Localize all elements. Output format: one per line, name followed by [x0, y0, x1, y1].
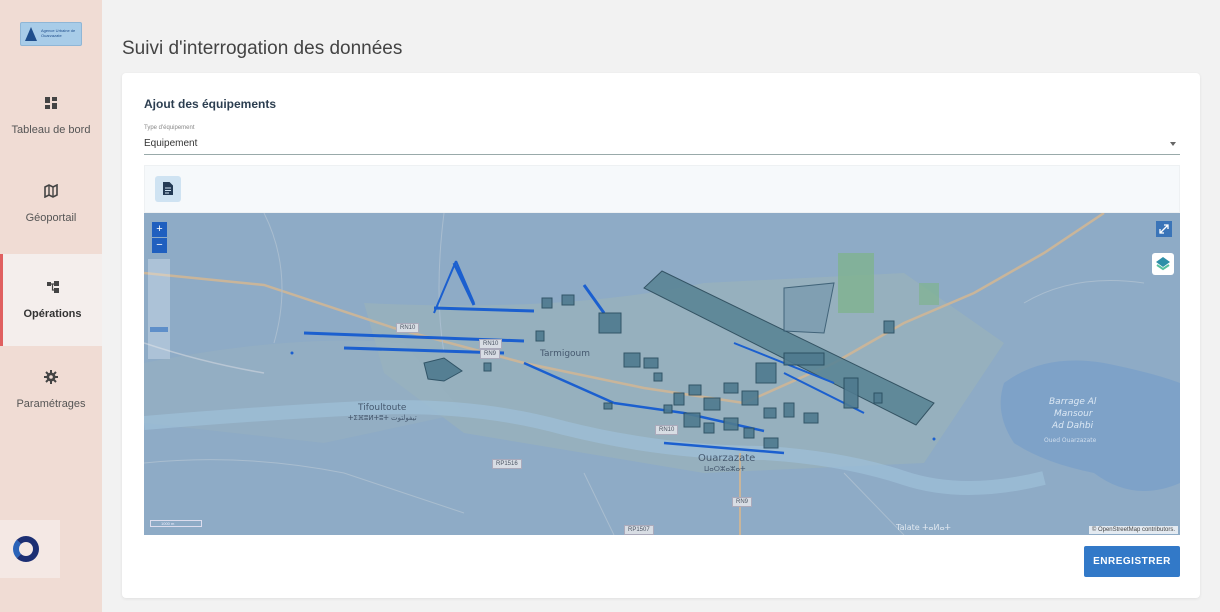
page-title: Suivi d'interrogation des données: [122, 38, 403, 59]
sidebar-item-operations[interactable]: Opérations: [0, 254, 102, 346]
sidebar-item-label: Opérations: [23, 308, 82, 320]
map-label-ouarzazate-ar: ⵡⴰⵔⵣⴰⵣⴰⵜ: [704, 465, 746, 473]
gear-icon: [44, 370, 58, 384]
sidebar-item-dashboard[interactable]: Tableau de bord: [0, 92, 102, 184]
app-logo[interactable]: Agence Urbaine de Ouarzazate: [20, 22, 82, 46]
sidebar-item-label: Géoportail: [25, 212, 77, 224]
brand-ring-icon: [13, 536, 39, 562]
map-icon: [44, 184, 58, 198]
section-title: Ajout des équipements: [144, 97, 277, 111]
expand-icon: [1159, 224, 1169, 234]
layers-button[interactable]: [1152, 253, 1174, 275]
map-label-tarmigoum: Tarmigoum: [540, 349, 591, 359]
layers-icon: [1156, 257, 1170, 271]
operations-icon: [46, 281, 59, 293]
road-tag-rp1516: RP1516: [492, 459, 522, 469]
map-label-talate: Talate ⵜⴰⵍⴰⵜ: [896, 523, 951, 532]
equipment-type-label: Type d'équipement: [144, 125, 195, 131]
sidebar-item-label: Tableau de bord: [11, 124, 91, 136]
map-label-tifoultoute: Tifoultoute: [358, 403, 407, 413]
equipment-type-select[interactable]: Equipement: [144, 135, 1180, 155]
fullscreen-button[interactable]: [1156, 221, 1172, 237]
map-view[interactable]: Tifoultoute ⵜⵉⴼⵓⵍⵜⵓⵜ تيفولتوت Tarmigoum …: [144, 213, 1180, 535]
brand-badge: [0, 520, 60, 578]
equipment-type-value: Equipement: [144, 138, 198, 149]
zoom-out-button[interactable]: −: [152, 238, 167, 253]
map-label-oued: Oued Ouarzazate: [1044, 437, 1097, 444]
map-attribution[interactable]: © OpenStreetMap contributors.: [1088, 526, 1178, 534]
map-label-barrage-2: Mansour: [1054, 409, 1093, 419]
logo-text: Agence Urbaine de Ouarzazate: [41, 28, 76, 38]
sidebar-item-label: Paramétrages: [16, 398, 86, 410]
road-tag-rn9: RN9: [480, 349, 501, 359]
road-tag-rn9: RN9: [732, 497, 753, 507]
zoom-slider-handle[interactable]: [150, 327, 168, 332]
road-tag-rp1507: RP1507: [624, 525, 654, 535]
map-label-barrage-1: Barrage Al: [1049, 397, 1097, 407]
map-label-barrage-3: Ad Dahbi: [1052, 421, 1094, 431]
road-tag-rn10: RN10: [479, 339, 503, 349]
equipment-card: Ajout des équipements Type d'équipement …: [122, 73, 1200, 598]
map-label-tifoultoute-ar: ⵜⵉⴼⵓⵍⵜⵓⵜ تيفولتوت: [348, 414, 417, 422]
dashboard-icon: [45, 97, 57, 109]
logo-mark: [25, 27, 37, 41]
road-tag-rn10: RN10: [655, 425, 679, 435]
zoom-in-button[interactable]: +: [152, 222, 167, 237]
save-button[interactable]: ENREGISTRER: [1084, 546, 1180, 577]
caret-down-icon: [1170, 142, 1176, 146]
sidebar: Agence Urbaine de Ouarzazate Tableau de …: [0, 0, 102, 612]
document-icon: [163, 182, 173, 195]
map-toolbar: [144, 165, 1180, 213]
document-button[interactable]: [155, 176, 181, 202]
scale-bar: 1000 m: [150, 520, 202, 527]
road-tag-rn10: RN10: [396, 323, 420, 333]
sidebar-item-parametrages[interactable]: Paramétrages: [0, 346, 102, 438]
map-label-ouarzazate: Ouarzazate: [698, 453, 756, 464]
map-canvas[interactable]: [144, 213, 1180, 535]
zoom-slider[interactable]: [148, 259, 170, 359]
